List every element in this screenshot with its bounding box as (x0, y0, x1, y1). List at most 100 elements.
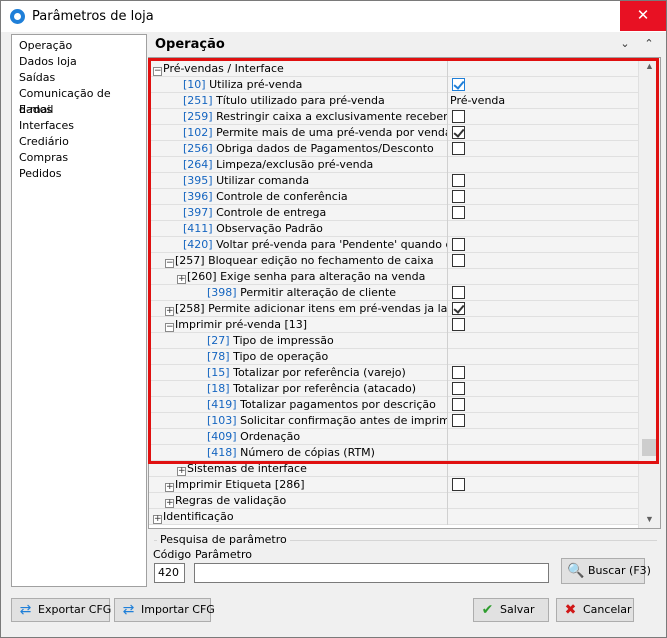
parameter-checkbox[interactable] (452, 254, 465, 267)
scroll-down-icon[interactable]: ▼ (639, 511, 660, 528)
parameter-row[interactable]: [78] Tipo de operação (149, 349, 638, 365)
parameter-row[interactable]: −Imprimir pré-venda [13] (149, 317, 638, 333)
parameter-name-cell: [102] Permite mais de uma pré-venda por … (183, 125, 447, 141)
sidebar-item-operacao[interactable]: Operação (12, 38, 146, 54)
expand-all-icon[interactable]: ⌃ (641, 36, 657, 52)
parameter-checkbox[interactable] (452, 78, 465, 91)
parameter-checkbox[interactable] (452, 478, 465, 491)
parameter-row[interactable]: [103] Solicitar confirmação antes de imp… (149, 413, 638, 429)
parameter-checkbox[interactable] (452, 174, 465, 187)
parameter-row[interactable]: +Regras de validação (149, 493, 638, 509)
parameter-row[interactable]: [419] Totalizar pagamentos por descrição (149, 397, 638, 413)
parameter-row[interactable]: [397] Controle de entrega (149, 205, 638, 221)
parameter-label: Parâmetro (195, 548, 252, 561)
parameter-checkbox[interactable] (452, 366, 465, 379)
parameter-row[interactable]: [409] Ordenação (149, 429, 638, 445)
parameter-label: Utiliza pré-venda (205, 78, 303, 91)
export-cfg-button[interactable]: ⇄ Exportar CFG (11, 598, 111, 622)
collapse-all-icon[interactable]: ⌄ (617, 36, 633, 52)
collapse-node-icon[interactable]: − (165, 259, 174, 268)
parameter-code: [27] (207, 334, 230, 347)
parameter-row[interactable]: [18] Totalizar por referência (atacado) (149, 381, 638, 397)
parameter-row[interactable]: [102] Permite mais de uma pré-venda por … (149, 125, 638, 141)
parameter-row[interactable]: [411] Observação Padrão (149, 221, 638, 237)
close-button[interactable]: ✕ (620, 1, 666, 31)
scroll-up-icon[interactable]: ▲ (639, 58, 660, 75)
parameter-row[interactable]: +Identificação (149, 509, 638, 525)
parameter-row[interactable]: −Pré-vendas / Interface (149, 61, 638, 77)
parameter-row[interactable]: [15] Totalizar por referência (varejo) (149, 365, 638, 381)
parameter-label: Pré-vendas / Interface (163, 62, 284, 75)
collapse-node-icon[interactable]: − (153, 67, 162, 76)
parameter-name-cell: −[257] Bloquear edição no fechamento de … (165, 253, 447, 269)
code-input[interactable]: 420 (154, 563, 185, 583)
expand-node-icon[interactable]: + (177, 275, 186, 284)
parameter-row[interactable]: [395] Utilizar comanda (149, 173, 638, 189)
parameter-checkbox[interactable] (452, 414, 465, 427)
parameter-row[interactable]: +Imprimir Etiqueta [286] (149, 477, 638, 493)
parameter-checkbox[interactable] (452, 302, 465, 315)
parameter-name-cell: [397] Controle de entrega (183, 205, 447, 221)
parameter-input[interactable] (194, 563, 549, 583)
parameter-row[interactable]: [10] Utiliza pré-venda (149, 77, 638, 93)
sidebar-item-pedidos[interactable]: Pedidos (12, 166, 146, 182)
parameter-name-cell: [251] Título utilizado para pré-venda (183, 93, 447, 109)
scroll-thumb[interactable] (642, 439, 657, 456)
sidebar-item-saidas[interactable]: Saídas (12, 70, 146, 86)
parameter-row[interactable]: [256] Obriga dados de Pagamentos/Descont… (149, 141, 638, 157)
expand-node-icon[interactable]: + (153, 515, 162, 524)
parameter-row[interactable]: [27] Tipo de impressão (149, 333, 638, 349)
parameter-checkbox[interactable] (452, 398, 465, 411)
parameter-checkbox[interactable] (452, 190, 465, 203)
parameter-value-cell (447, 493, 638, 509)
parameter-value-cell (447, 125, 638, 141)
parameter-name-cell: +Identificação (153, 509, 447, 525)
parameter-row[interactable]: [398] Permitir alteração de cliente (149, 285, 638, 301)
parameter-checkbox[interactable] (452, 318, 465, 331)
expand-node-icon[interactable]: + (165, 499, 174, 508)
sidebar-item-dados-loja[interactable]: Dados loja (12, 54, 146, 70)
expand-node-icon[interactable]: + (165, 307, 174, 316)
parameter-row[interactable]: [259] Restringir caixa a exclusivamente … (149, 109, 638, 125)
parameter-row[interactable]: +Sistemas de interface (149, 461, 638, 477)
parameter-text-value[interactable]: Pré-venda (450, 94, 505, 107)
sidebar-item-comunicacao[interactable]: Comunicação de dados (12, 86, 146, 116)
parameter-checkbox[interactable] (452, 110, 465, 123)
parameter-checkbox[interactable] (452, 206, 465, 219)
parameter-row[interactable]: −[257] Bloquear edição no fechamento de … (149, 253, 638, 269)
title-bar: Parâmetros de loja ✕ (1, 1, 666, 32)
expand-node-icon[interactable]: + (177, 467, 186, 476)
parameter-row[interactable]: [418] Número de cópias (RTM) (149, 445, 638, 461)
parameter-name-cell: +Sistemas de interface (177, 461, 447, 477)
parameter-value-cell (447, 445, 638, 461)
parameter-value-cell (447, 221, 638, 237)
parameter-checkbox[interactable] (452, 126, 465, 139)
sidebar-item-crediario[interactable]: Crediário (12, 134, 146, 150)
parameter-row[interactable]: [420] Voltar pré-venda para 'Pendente' q… (149, 237, 638, 253)
collapse-node-icon[interactable]: − (165, 323, 174, 332)
search-button[interactable]: 🔍 Buscar (F3) (561, 558, 651, 584)
grid-scrollbar[interactable]: ▲ ▼ (638, 58, 660, 528)
parameters-window: Parâmetros de loja ✕ Operação Dados loja… (0, 0, 667, 638)
parameter-row[interactable]: +[258] Permite adicionar itens em pré-ve… (149, 301, 638, 317)
parameter-row[interactable]: [264] Limpeza/exclusão pré-venda (149, 157, 638, 173)
parameter-row[interactable]: +[260] Exige senha para alteração na ven… (149, 269, 638, 285)
sidebar-item-compras[interactable]: Compras (12, 150, 146, 166)
sidebar-item-interfaces[interactable]: Interfaces (12, 118, 146, 134)
parameter-row[interactable]: [396] Controle de conferência (149, 189, 638, 205)
import-cfg-button[interactable]: ⇄ Importar CFG (114, 598, 215, 622)
save-button[interactable]: ✔ Salvar (473, 598, 549, 622)
parameter-name-cell: [264] Limpeza/exclusão pré-venda (183, 157, 447, 173)
parameter-checkbox[interactable] (452, 382, 465, 395)
parameter-checkbox[interactable] (452, 142, 465, 155)
parameter-label: Observação Padrão (212, 222, 323, 235)
expand-node-icon[interactable]: + (165, 483, 174, 492)
parameter-checkbox[interactable] (452, 238, 465, 251)
parameter-code: [264] (183, 158, 213, 171)
parameter-code: [418] (207, 446, 237, 459)
cancel-button[interactable]: ✖ Cancelar (556, 598, 634, 622)
sidebar-item-email[interactable]: E-mail (12, 102, 146, 118)
parameter-name-cell: [27] Tipo de impressão (207, 333, 447, 349)
parameter-row[interactable]: [251] Título utilizado para pré-venda Pré… (149, 93, 638, 109)
parameter-checkbox[interactable] (452, 286, 465, 299)
